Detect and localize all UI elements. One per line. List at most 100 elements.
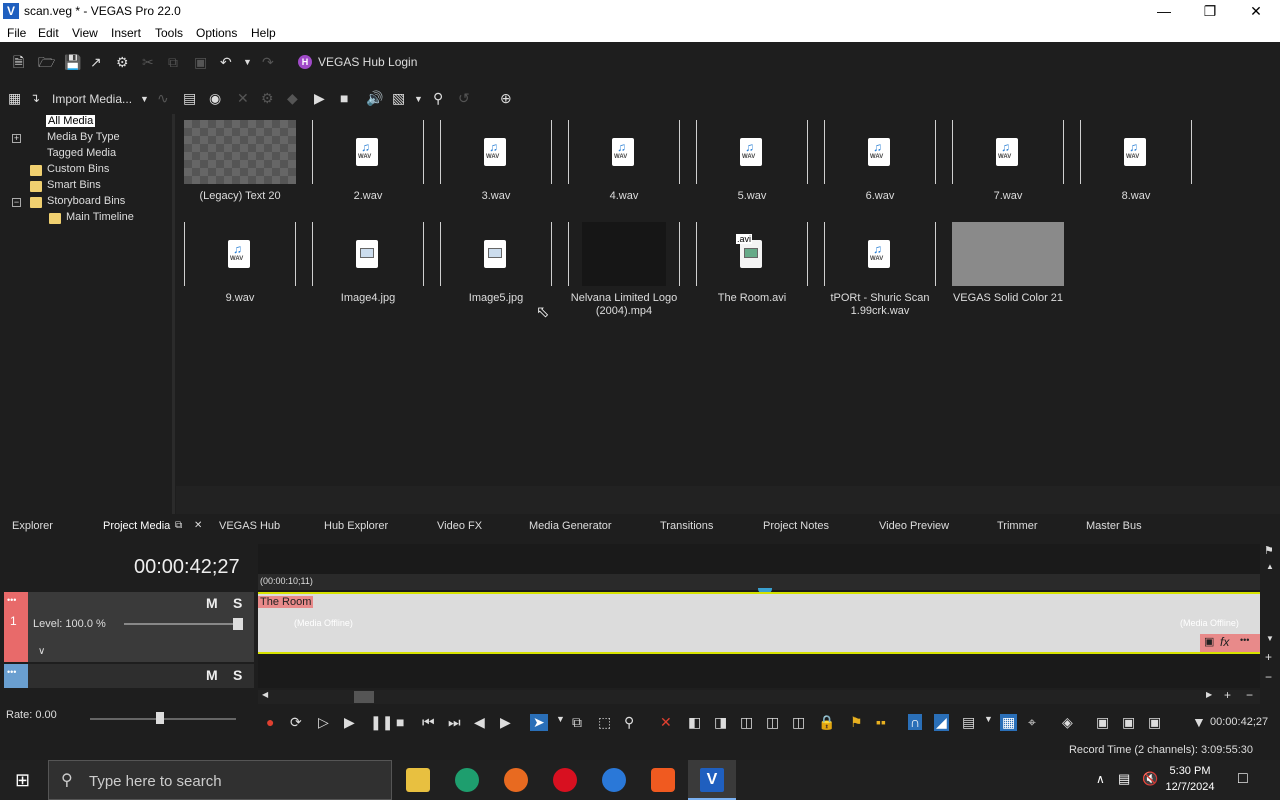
go-to-start-icon[interactable]: ⏮ [422, 714, 435, 731]
snapping-icon[interactable]: ∩ [908, 714, 923, 730]
properties-icon[interactable]: ⚙ [116, 54, 129, 70]
timeline-event[interactable]: The Room (Media Offline) (Media Offline)… [258, 592, 1260, 654]
taskbar-edge[interactable] [443, 760, 491, 800]
selection-tool-icon[interactable]: ⬚ [598, 714, 611, 731]
audio-track-header[interactable]: ••• M S [4, 664, 254, 688]
h-zoom-out-icon[interactable]: − [1246, 688, 1253, 702]
go-to-end-icon[interactable]: ⏭ [448, 714, 461, 731]
event-fx-icon[interactable]: fx [1220, 635, 1229, 649]
media-item[interactable]: ♫ WAV [1080, 120, 1192, 184]
close-icon[interactable]: ✕ [1233, 0, 1279, 22]
trim-end-icon[interactable]: ◨ [714, 714, 727, 731]
ripple-edit-icon[interactable]: ▤ [962, 714, 975, 731]
tree-item-all-media[interactable]: All Media [46, 115, 96, 127]
import-dropdown-icon[interactable]: ▼ [140, 91, 149, 107]
normal-edit-tool-icon[interactable]: ➤ [530, 714, 548, 731]
tree-item-smart-bins[interactable]: Smart Bins [47, 179, 101, 191]
media-item[interactable] [184, 120, 296, 184]
scroll-right-icon[interactable]: ▶ [1206, 690, 1212, 699]
loop-icon[interactable]: ⟳ [290, 714, 302, 731]
record-icon[interactable]: ● [266, 714, 274, 730]
cut-icon[interactable]: ✂ [142, 54, 154, 70]
play-icon[interactable]: ▶ [344, 714, 355, 731]
insert-region-icon[interactable]: ▪▪ [876, 714, 886, 730]
media-item[interactable]: ♫ WAV [824, 222, 936, 286]
tree-item-main-timeline[interactable]: Main Timeline [66, 211, 134, 223]
event-menu-icon[interactable]: ••• [1240, 635, 1249, 645]
previous-frame-icon[interactable]: ◀ [474, 714, 485, 731]
import-media-button[interactable]: Import Media... [52, 91, 132, 107]
time-ruler[interactable]: (00:00:10;11) [258, 574, 1260, 593]
media-item[interactable] [440, 222, 552, 286]
rate-slider-thumb[interactable] [156, 712, 164, 724]
open-icon[interactable]: 🗁 [38, 54, 55, 70]
next-frame-icon[interactable]: ▶ [500, 714, 511, 731]
remove-media-icon[interactable]: ✕ [237, 90, 249, 106]
tree-item-tagged-media[interactable]: Tagged Media [47, 147, 116, 159]
menu-insert[interactable]: Insert [111, 26, 141, 40]
tab-vegas-hub[interactable]: VEGAS Hub [219, 520, 280, 532]
import-media-icon[interactable]: ↴ [30, 90, 40, 106]
new-project-icon[interactable]: 🗎 [13, 54, 24, 70]
tab-transitions[interactable]: Transitions [660, 520, 713, 532]
render-as-icon[interactable]: ↗ [90, 54, 102, 70]
lock-icon[interactable]: 🔒 [818, 714, 835, 731]
envelope-tool-icon[interactable]: ⧉ [572, 714, 582, 731]
timeline-vertical-scrollbar[interactable]: ⚑ ▲ ▼ + − [1262, 544, 1278, 688]
auto-preview-icon[interactable]: 🔊 [366, 90, 383, 106]
save-icon[interactable]: 💾 [64, 54, 81, 70]
scroll-up-icon[interactable]: ▲ [1266, 562, 1274, 571]
stop-icon[interactable]: ■ [396, 714, 404, 730]
menu-help[interactable]: Help [251, 26, 276, 40]
scroll-left-icon[interactable]: ◀ [262, 690, 268, 699]
ungroup-icon[interactable]: ▣ [1122, 714, 1135, 731]
track-menu-icon[interactable]: ••• [7, 667, 16, 677]
ignore-grouping-icon[interactable]: ⌖ [1028, 714, 1036, 731]
media-tags-icon[interactable]: ◆ [287, 90, 298, 106]
pane-divider[interactable] [172, 114, 175, 514]
tab-master-bus[interactable]: Master Bus [1086, 520, 1142, 532]
views-dropdown-icon[interactable]: ▼ [414, 91, 423, 107]
undo-icon[interactable]: ↶ [220, 54, 232, 70]
timeline-horizontal-scrollbar[interactable]: ◀ ▶ + − [258, 688, 1260, 704]
media-item[interactable] [952, 222, 1064, 286]
menu-tools[interactable]: Tools [155, 26, 183, 40]
media-item[interactable] [568, 222, 680, 286]
menu-edit[interactable]: Edit [38, 26, 59, 40]
delete-icon[interactable]: ✕ [660, 714, 672, 731]
media-item[interactable]: ♫ WAV [440, 120, 552, 184]
media-item[interactable]: ♫ WAV [568, 120, 680, 184]
show-hidden-icons[interactable]: ∧ [1096, 772, 1105, 786]
taskbar-thunderbird[interactable] [590, 760, 638, 800]
tab-hub-explorer[interactable]: Hub Explorer [324, 520, 388, 532]
minimize-icon[interactable]: — [1141, 0, 1187, 22]
level-slider-thumb[interactable] [233, 618, 243, 630]
paste-icon[interactable]: ▣ [194, 54, 207, 70]
tab-project-media[interactable]: Project Media [103, 520, 170, 532]
play-from-start-icon[interactable]: ▷ [318, 714, 329, 731]
fx-chain-icon[interactable]: ◈ [1062, 714, 1073, 731]
split-icon[interactable]: ◫ [740, 714, 753, 731]
video-track-header[interactable]: ••• 1 M S Level: 100.0 % ∨ [4, 592, 254, 662]
auto-crossfade-icon[interactable]: ◢ [934, 714, 949, 731]
zoom-out-icon[interactable]: − [1265, 670, 1272, 684]
taskbar-vegas-pro[interactable]: V [688, 760, 736, 800]
mute-button[interactable]: M [206, 595, 218, 611]
track-menu-icon[interactable]: ••• [7, 595, 16, 605]
marker-icon[interactable]: ⚑ [1264, 544, 1274, 557]
solo-button[interactable]: S [233, 595, 242, 611]
pan-crop-icon[interactable]: ▣ [1204, 635, 1214, 648]
zoom-in-icon[interactable]: + [1265, 650, 1272, 664]
tab-trimmer[interactable]: Trimmer [997, 520, 1038, 532]
media-item[interactable] [312, 222, 424, 286]
filter-icon[interactable]: ⊕ [500, 90, 512, 106]
h-zoom-in-icon[interactable]: + [1224, 688, 1231, 702]
tree-item-media-by-type[interactable]: Media By Type [47, 131, 120, 143]
tab-video-fx[interactable]: Video FX [437, 520, 482, 532]
collapse-icon[interactable]: − [12, 198, 21, 207]
media-item[interactable]: ♫ WAV [952, 120, 1064, 184]
taskbar-firefox[interactable] [492, 760, 540, 800]
refresh-icon[interactable]: ↺ [458, 90, 470, 106]
volume-muted-icon[interactable]: 🔇 [1142, 771, 1158, 787]
menu-file[interactable]: File [7, 26, 26, 40]
